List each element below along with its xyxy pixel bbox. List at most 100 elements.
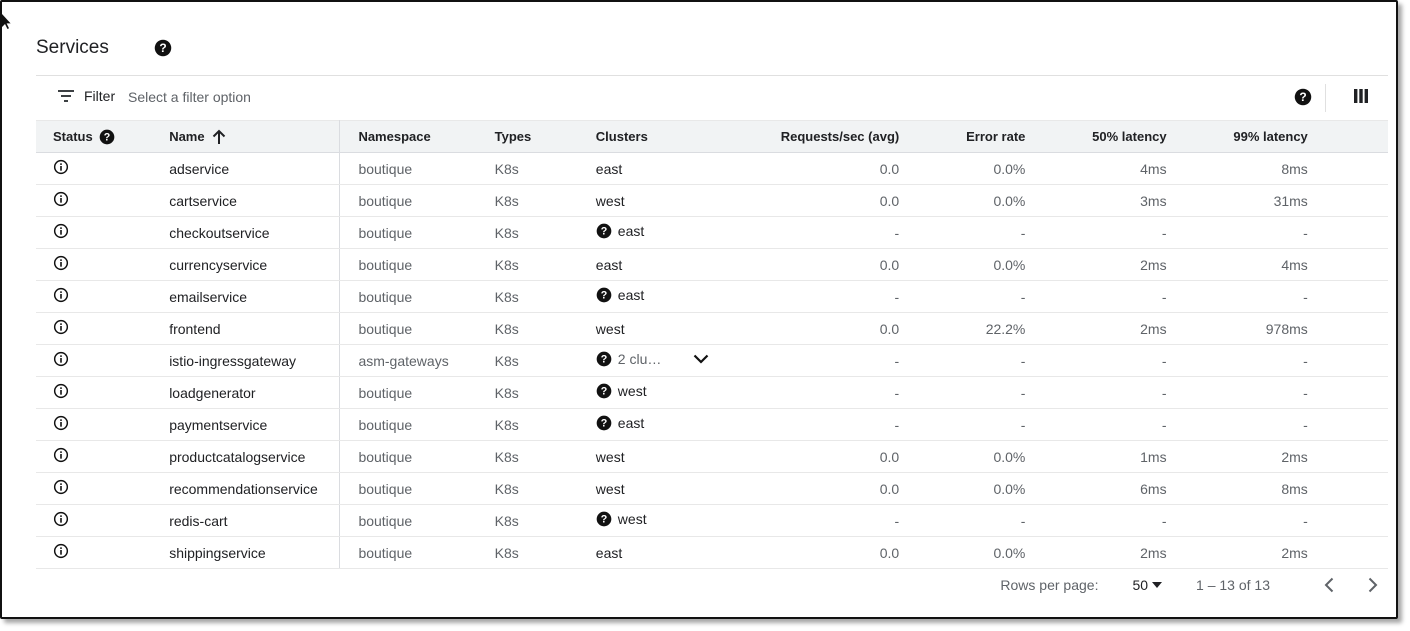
- type-cell: K8s: [494, 504, 596, 537]
- service-name[interactable]: redis-cart: [169, 504, 341, 537]
- column-header-p50-latency[interactable]: 50% latency: [1025, 120, 1167, 153]
- requests-cell: 0.0: [730, 440, 900, 473]
- service-name[interactable]: currencyservice: [169, 248, 341, 281]
- table-row[interactable]: shippingservice boutique K8s east 0.0 0.0% 2ms…: [36, 536, 1388, 569]
- requests-cell: -: [730, 344, 900, 377]
- service-name[interactable]: productcatalogservice: [169, 440, 341, 473]
- help-icon[interactable]: ?: [596, 511, 612, 527]
- status-cell: [36, 248, 170, 281]
- column-header-name[interactable]: Name: [169, 120, 341, 153]
- services-table: Status ? Name Namespace Types Clusters R…: [36, 120, 1388, 569]
- help-icon[interactable]: ?: [154, 39, 172, 57]
- table-row[interactable]: adservice boutique K8s east 0.0 0.0% 4ms 8ms: [36, 152, 1388, 185]
- table-row[interactable]: recommendationservice boutique K8s west 0.0 0…: [36, 472, 1388, 505]
- previous-page-button[interactable]: [1314, 570, 1344, 600]
- status-cell: [36, 472, 170, 505]
- help-icon[interactable]: ?: [596, 287, 612, 303]
- next-page-button[interactable]: [1358, 570, 1388, 600]
- error-rate-cell: -: [899, 504, 1026, 537]
- row-spacer: [1307, 504, 1388, 537]
- status-cell: [36, 312, 170, 345]
- service-name[interactable]: checkoutservice: [169, 216, 341, 249]
- help-icon[interactable]: ?: [1294, 88, 1312, 106]
- info-outline-icon[interactable]: [53, 479, 69, 495]
- help-icon[interactable]: ?: [596, 383, 612, 399]
- column-header-error-rate[interactable]: Error rate: [899, 120, 1026, 153]
- clusters-cell: ? east: [595, 216, 731, 249]
- error-rate-cell: -: [899, 280, 1026, 313]
- requests-cell: 0.0: [730, 312, 900, 345]
- rows-per-page-label: Rows per page:: [1000, 577, 1099, 593]
- column-header-types[interactable]: Types: [494, 120, 596, 153]
- table-row[interactable]: emailservice boutique K8s? east - - - -: [36, 280, 1388, 313]
- info-outline-icon[interactable]: [53, 287, 69, 303]
- help-icon[interactable]: ?: [596, 351, 612, 367]
- service-name[interactable]: shippingservice: [169, 536, 341, 569]
- namespace-cell: boutique: [339, 472, 495, 505]
- info-outline-icon[interactable]: [53, 447, 69, 463]
- service-name[interactable]: recommendationservice: [169, 472, 341, 505]
- view-column-icon[interactable]: [1354, 89, 1368, 103]
- error-rate-cell: -: [899, 216, 1026, 249]
- status-cell: [36, 376, 170, 409]
- service-name[interactable]: paymentservice: [169, 408, 341, 441]
- chevron-right-icon: [1368, 577, 1378, 593]
- filter-button[interactable]: Filter: [58, 88, 115, 104]
- requests-cell: -: [730, 216, 900, 249]
- table-row[interactable]: istio-ingressgateway asm-gateways K8s? 2 cl…: [36, 344, 1388, 377]
- filter-input[interactable]: Select a filter option: [128, 89, 251, 105]
- p99-latency-cell: -: [1166, 280, 1308, 313]
- info-outline-icon[interactable]: [53, 351, 69, 367]
- table-row[interactable]: cartservice boutique K8s west 0.0 0.0% 3ms 31ms: [36, 184, 1388, 217]
- info-outline-icon[interactable]: [53, 255, 69, 271]
- p50-latency-cell: -: [1025, 376, 1167, 409]
- row-spacer: [1307, 312, 1388, 345]
- column-header-requests[interactable]: Requests/sec (avg): [730, 120, 900, 153]
- service-name[interactable]: cartservice: [169, 184, 341, 217]
- info-outline-icon[interactable]: [53, 159, 69, 175]
- cluster-label: west: [595, 320, 625, 337]
- p50-latency-cell: 2ms: [1025, 536, 1167, 569]
- namespace-cell: boutique: [339, 312, 495, 345]
- row-spacer: [1307, 216, 1388, 249]
- requests-cell: 0.0: [730, 536, 900, 569]
- help-icon[interactable]: ?: [99, 129, 115, 145]
- p50-latency-cell: 3ms: [1025, 184, 1167, 217]
- clusters-cell: ? east: [595, 408, 731, 441]
- type-cell: K8s: [494, 440, 596, 473]
- chevron-down-icon[interactable]: [693, 354, 709, 364]
- table-row[interactable]: checkoutservice boutique K8s? east - - - -: [36, 216, 1388, 249]
- service-name[interactable]: adservice: [169, 152, 341, 185]
- row-spacer: [1307, 248, 1388, 281]
- service-name[interactable]: istio-ingressgateway: [169, 344, 341, 377]
- info-outline-icon[interactable]: [53, 319, 69, 335]
- service-name[interactable]: frontend: [169, 312, 341, 345]
- column-header-status[interactable]: Status ?: [36, 120, 170, 153]
- table-row[interactable]: frontend boutique K8s west 0.0 22.2% 2ms 978ms: [36, 312, 1388, 345]
- rows-per-page-select[interactable]: 50: [1132, 577, 1163, 593]
- service-name[interactable]: loadgenerator: [169, 376, 341, 409]
- help-icon[interactable]: ?: [596, 223, 612, 239]
- clusters-cell: east: [595, 248, 731, 281]
- info-outline-icon[interactable]: [53, 191, 69, 207]
- table-row[interactable]: redis-cart boutique K8s? west - - - -: [36, 504, 1388, 537]
- column-header-p99-latency[interactable]: 99% latency: [1166, 120, 1308, 153]
- info-outline-icon[interactable]: [53, 415, 69, 431]
- table-row[interactable]: currencyservice boutique K8s east 0.0 0.0% 2ms…: [36, 248, 1388, 281]
- column-header-clusters[interactable]: Clusters: [595, 120, 731, 153]
- type-cell: K8s: [494, 248, 596, 281]
- svg-text:?: ?: [159, 41, 166, 55]
- info-outline-icon[interactable]: [53, 511, 69, 527]
- table-row[interactable]: loadgenerator boutique K8s? west - - - -: [36, 376, 1388, 409]
- table-row[interactable]: productcatalogservice boutique K8s west 0.0 0…: [36, 440, 1388, 473]
- info-outline-icon[interactable]: [53, 223, 69, 239]
- p50-latency-cell: 2ms: [1025, 248, 1167, 281]
- help-icon[interactable]: ?: [596, 415, 612, 431]
- status-cell: [36, 152, 170, 185]
- column-header-namespace[interactable]: Namespace: [339, 120, 495, 153]
- table-row[interactable]: paymentservice boutique K8s? east - - - -: [36, 408, 1388, 441]
- info-outline-icon[interactable]: [53, 383, 69, 399]
- p50-latency-cell: 6ms: [1025, 472, 1167, 505]
- info-outline-icon[interactable]: [53, 543, 69, 559]
- service-name[interactable]: emailservice: [169, 280, 341, 313]
